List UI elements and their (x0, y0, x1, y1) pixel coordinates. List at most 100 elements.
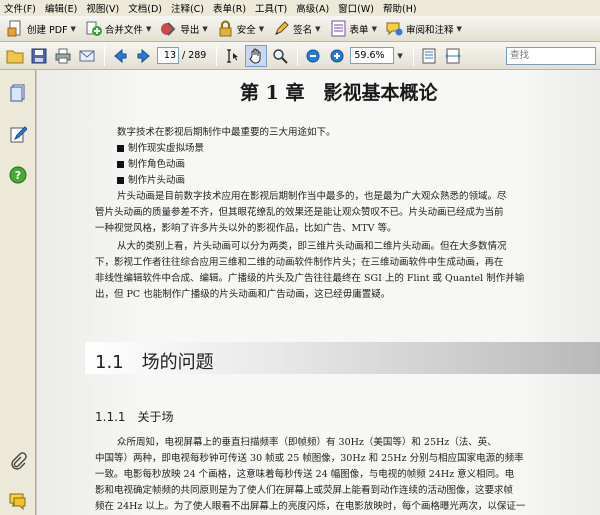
zoom-out-button[interactable] (302, 45, 324, 67)
chevron-down-icon: ▼ (456, 24, 462, 33)
form-icon (330, 20, 347, 37)
paragraph-line: 影和电视确定帧频的共同原则是为了使人们在屏幕上或荧屏上能看到动作连续的活动图像，… (95, 485, 514, 496)
svg-text:?: ? (15, 169, 21, 182)
paragraph-line: 从大的类别上看，片头动画可以分为两类，即三维片头动画和二维片头动画。但在大多数情… (117, 241, 507, 252)
annotate-pen-icon (10, 126, 28, 143)
intro-paragraph: 数字技术在影视后期制作中最重要的三大用途如下。 (117, 127, 336, 138)
save-icon (31, 48, 47, 63)
fit-page-button[interactable] (418, 45, 440, 67)
help-icon: ? (9, 166, 27, 184)
bullet-square-icon (117, 145, 124, 152)
paragraph-line: 片头动画是目前数字技术应用在影视后期制作当中最多的，也是最为广大观众熟悉的领域。… (117, 191, 507, 202)
help-button[interactable]: ? (9, 166, 27, 184)
menu-edit[interactable]: 编辑(E) (45, 1, 77, 15)
fit-width-icon (445, 48, 461, 63)
folder-icon (6, 50, 24, 63)
comments-panel-button[interactable] (9, 126, 28, 144)
pages-panel-button[interactable] (9, 84, 27, 102)
toolbar-separator (216, 45, 218, 66)
paragraph-line: 众所周知，电视屏幕上的垂直扫描频率（即帧频）有 30Hz（美国等）和 25Hz（… (117, 437, 497, 448)
section-title: 1.1 场的问题 (95, 352, 214, 373)
paperclip-icon (11, 452, 27, 470)
merge-files-label: 合并文件 (104, 24, 143, 36)
menu-window[interactable]: 窗口(W) (338, 1, 374, 15)
navigation-toolbar: 13 / 289 59.6% ▼ 查找 (0, 42, 600, 70)
chevron-down-icon: ▼ (202, 24, 208, 33)
page-total-label: / 289 (182, 50, 207, 61)
paragraph-line: 下，影视工作者往往综合应用三维和二维的动画软件制作片头；在三维动画软件中生成动画… (95, 257, 504, 268)
paragraph-line: 中国等）两种，即电视每秒钟可传送 30 帧或 25 帧图像，30Hz 和 25H… (95, 453, 524, 464)
print-button[interactable] (52, 45, 74, 67)
paragraph-line: 出，但 PC 也能制作广播级的片头动画和广告动画，这已经毋庸置疑。 (95, 289, 391, 300)
menu-file[interactable]: 文件(F) (4, 1, 36, 15)
export-label: 导出 (180, 24, 200, 36)
find-input[interactable]: 查找 (506, 47, 596, 65)
save-button[interactable] (28, 45, 50, 67)
bullet-item: 制作角色动画 (117, 156, 185, 170)
chevron-down-icon: ▼ (145, 24, 152, 33)
pages-icon (10, 84, 25, 102)
comment-bubble-icon (386, 20, 403, 37)
hand-tool[interactable] (245, 44, 268, 67)
next-page-button[interactable] (133, 45, 155, 67)
pdf-page: 第 1 章 影视基本概论 数字技术在影视后期制作中最重要的三大用途如下。 制作现… (37, 70, 600, 515)
merge-files-icon (85, 20, 102, 37)
fit-width-button[interactable] (442, 45, 464, 67)
forms-label: 表单 (349, 24, 369, 36)
fit-page-icon (422, 48, 436, 63)
security-button[interactable]: 安全 ▼ (214, 18, 267, 40)
chevron-down-icon: ▼ (70, 24, 76, 33)
menu-comments[interactable]: 注释(C) (171, 1, 204, 15)
email-icon (79, 50, 95, 61)
text-cursor-icon (227, 48, 239, 63)
security-label: 安全 (236, 24, 256, 36)
review-comment-label: 审阅和注释 (405, 24, 454, 36)
toolbar-separator (412, 45, 414, 66)
chevron-down-icon: ▼ (315, 24, 321, 33)
menu-tools[interactable]: 工具(T) (255, 1, 287, 15)
bullet-item: 制作片头动画 (117, 172, 185, 186)
menu-document[interactable]: 文档(D) (128, 1, 162, 15)
toolbar-separator (104, 45, 105, 66)
bullet-square-icon (117, 177, 124, 184)
paragraph-line: 频在 24Hz 以上。为了使人眼看不出屏幕上的亮度闪烁，在电影放映时，每个画格曝… (95, 501, 526, 512)
forms-button[interactable]: 表单 ▼ (327, 18, 380, 40)
menu-bar: 文件(F) 编辑(E) 视图(V) 文档(D) 注释(C) 表单(R) 工具(T… (0, 0, 600, 16)
zoom-dropdown-icon[interactable]: ▼ (397, 52, 402, 60)
document-viewport[interactable]: 第 1 章 影视基本概论 数字技术在影视后期制作中最重要的三大用途如下。 制作现… (37, 70, 600, 515)
comment-bubble-icon (9, 493, 26, 511)
arrow-left-icon (114, 48, 127, 63)
navigation-pane: ? (0, 70, 36, 515)
previous-page-button[interactable] (109, 45, 131, 67)
menu-advanced[interactable]: 高级(A) (296, 1, 329, 15)
zoom-out-icon (306, 49, 320, 62)
print-icon (55, 48, 71, 63)
export-button[interactable]: 导出 ▼ (157, 18, 210, 40)
open-folder-button[interactable] (4, 45, 26, 67)
select-text-tool[interactable] (221, 45, 243, 67)
lock-icon (217, 20, 234, 37)
arrow-right-icon (137, 48, 150, 63)
menu-help[interactable]: 帮助(H) (383, 1, 417, 15)
create-pdf-button[interactable]: 创建 PDF ▼ (4, 18, 79, 40)
task-toolbar: 创建 PDF ▼ 合并文件 ▼ 导出 ▼ 安全 ▼ 签名 ▼ 表单 ▼ 审阅和注释 ▼ (0, 16, 600, 42)
attachments-panel-button[interactable] (9, 452, 27, 470)
comments-list-button[interactable] (9, 492, 27, 511)
magnifier-icon (273, 48, 289, 64)
menu-forms[interactable]: 表单(R) (213, 1, 246, 15)
merge-files-button[interactable]: 合并文件 ▼ (82, 18, 154, 40)
zoom-level-input[interactable]: 59.6% (350, 47, 395, 64)
menu-view[interactable]: 视图(V) (86, 1, 119, 15)
review-comment-button[interactable]: 审阅和注释 ▼ (383, 18, 465, 40)
paragraph-line: 一致。电影每秒放映 24 个画格，这意味着每秒传送 24 幅图像，与电视的帧频 … (95, 469, 515, 480)
chapter-title: 第 1 章 影视基本概论 (240, 82, 438, 104)
page-number-input[interactable]: 13 (157, 47, 179, 64)
pen-icon (273, 20, 290, 37)
sign-label: 签名 (293, 24, 313, 36)
hand-icon (249, 48, 261, 63)
zoom-in-button[interactable] (326, 45, 348, 67)
zoom-tool[interactable] (269, 45, 291, 67)
email-button[interactable] (76, 45, 98, 67)
sign-button[interactable]: 签名 ▼ (270, 18, 323, 40)
paragraph-line: 管片头动画的质量参差不齐，但其眼花缭乱的效果还是能让观众赞叹不已。片头动画已经成… (95, 207, 504, 218)
